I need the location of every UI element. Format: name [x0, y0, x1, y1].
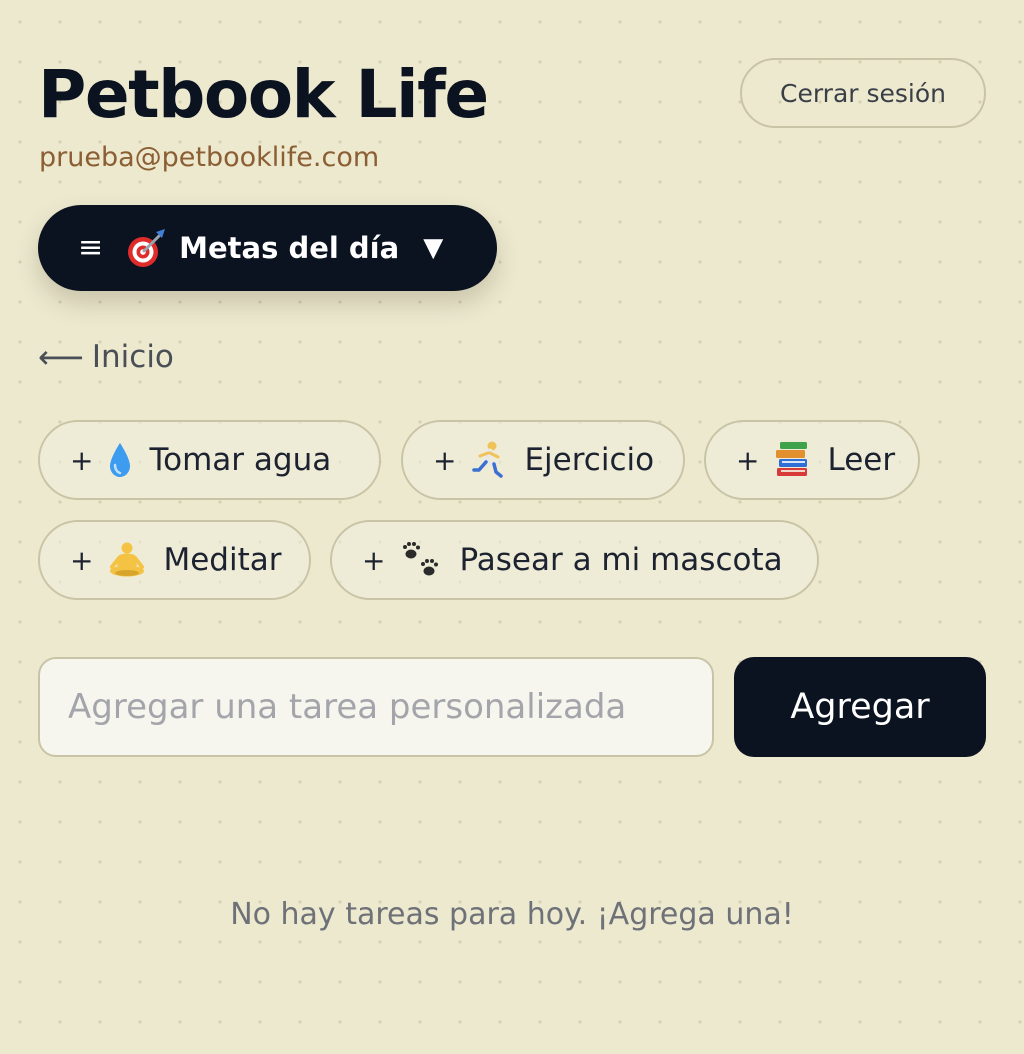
add-task-button[interactable]: Agregar	[734, 657, 986, 757]
custom-task-input[interactable]	[38, 657, 714, 757]
back-link-label: Inicio	[91, 339, 174, 375]
plus-icon: +	[70, 443, 94, 477]
quick-task-label: Ejercicio	[524, 442, 655, 478]
plus-icon: +	[70, 543, 94, 577]
quick-task-label: Leer	[827, 442, 896, 478]
quick-task-label: Meditar	[163, 542, 282, 578]
hamburger-icon: ≡	[78, 230, 104, 265]
quick-task-label: Pasear a mi mascota	[459, 542, 783, 578]
quick-task-meditar[interactable]: + Meditar	[38, 520, 311, 600]
dart-target-icon	[125, 227, 167, 269]
caret-down-icon: ▼	[423, 233, 444, 263]
empty-tasks-message: No hay tareas para hoy. ¡Agrega una!	[230, 897, 794, 932]
meditation-icon	[107, 541, 147, 579]
water-drop-icon	[107, 441, 133, 479]
quick-task-leer[interactable]: + Leer	[704, 420, 920, 500]
runner-icon	[470, 440, 508, 480]
books-icon	[773, 441, 811, 479]
quick-task-pasear-mascota[interactable]: + Pasear a mi mascota	[330, 520, 819, 600]
logout-button[interactable]: Cerrar sesión	[740, 58, 986, 128]
quick-task-label: Tomar agua	[149, 442, 332, 478]
quick-task-tomar-agua[interactable]: + Tomar agua	[38, 420, 381, 500]
app-title: Petbook Life	[38, 56, 489, 133]
arrow-left-icon: ⟵	[38, 338, 84, 376]
user-email: prueba@petbooklife.com	[39, 142, 380, 173]
back-home-link[interactable]: ⟵ Inicio	[38, 336, 174, 378]
section-menu-button[interactable]: ≡ Metas del día ▼	[38, 205, 497, 291]
plus-icon: +	[433, 443, 457, 477]
plus-icon: +	[362, 543, 386, 577]
plus-icon: +	[736, 443, 760, 477]
menu-label: Metas del día	[179, 231, 400, 265]
paw-prints-icon	[399, 540, 443, 580]
quick-task-ejercicio[interactable]: + Ejercicio	[401, 420, 685, 500]
